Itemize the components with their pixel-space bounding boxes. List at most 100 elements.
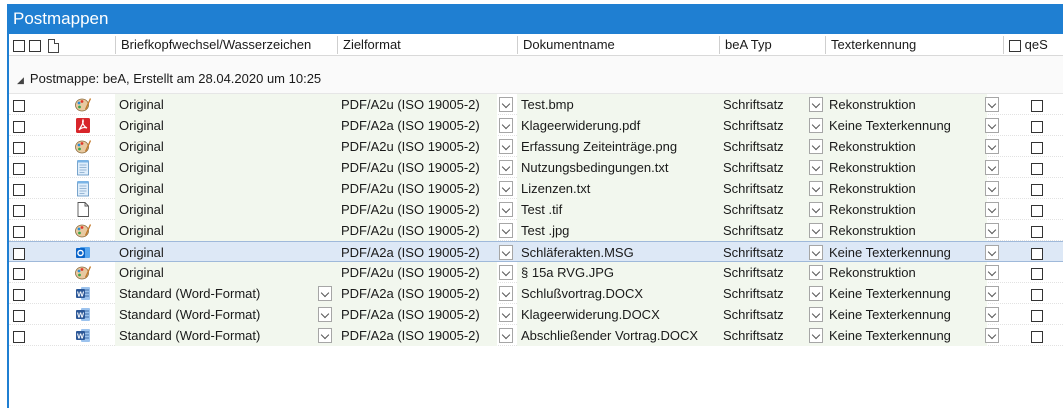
header-texterkennung[interactable]: Texterkennung (827, 34, 916, 56)
zielformat-dropdown-button[interactable] (499, 202, 513, 217)
row-briefkopf[interactable]: Standard (Word-Format) (115, 304, 337, 325)
row-checkbox[interactable] (13, 141, 25, 154)
row-briefkopf[interactable]: Original (115, 157, 337, 178)
row-briefkopf[interactable]: Original (115, 94, 337, 115)
header-dokumentname[interactable]: Dokumentname (519, 34, 615, 56)
row-dokumentname[interactable]: Test.bmp (517, 94, 719, 115)
row-zielformat[interactable]: PDF/A2a (ISO 19005-2) (337, 283, 497, 304)
row-qes-cell[interactable] (1031, 178, 1047, 199)
briefkopf-dropdown-button[interactable] (318, 307, 332, 322)
row-qes-cell[interactable] (1031, 94, 1047, 115)
bea-typ-dropdown-button[interactable] (809, 160, 823, 175)
bea-typ-dropdown-button[interactable] (809, 118, 823, 133)
row-checkbox[interactable] (13, 247, 25, 260)
row-qes-cell[interactable] (1031, 242, 1047, 263)
qes-checkbox[interactable] (1031, 162, 1043, 175)
row-zielformat[interactable]: PDF/A2u (ISO 19005-2) (337, 199, 497, 220)
row-briefkopf[interactable]: Standard (Word-Format) (115, 283, 337, 304)
row-zielformat[interactable]: PDF/A2u (ISO 19005-2) (337, 94, 497, 115)
texterkennung-dropdown-button[interactable] (985, 181, 999, 196)
bea-typ-dropdown-button[interactable] (809, 265, 823, 280)
row-briefkopf[interactable]: Original (115, 178, 337, 199)
row-checkbox[interactable] (13, 267, 25, 280)
row-qes-cell[interactable] (1031, 283, 1047, 304)
row-dokumentname[interactable]: Erfassung Zeiteinträge.png (517, 136, 719, 157)
qes-checkbox[interactable] (1031, 309, 1043, 322)
table-row[interactable]: Original PDF/A2u (ISO 19005-2) § 15a RVG.J… (9, 262, 1063, 283)
row-texterkennung[interactable]: Keine Texterkennung (825, 325, 987, 346)
texterkennung-dropdown-button[interactable] (985, 118, 999, 133)
header-qes-label[interactable]: qeS (1025, 37, 1048, 52)
table-row[interactable]: Original PDF/A2u (ISO 19005-2) Nutzungsbed… (9, 157, 1063, 178)
zielformat-dropdown-button[interactable] (499, 97, 513, 112)
row-checkbox-cell[interactable] (13, 220, 29, 241)
qes-checkbox[interactable] (1031, 141, 1043, 154)
row-briefkopf[interactable]: Original (115, 136, 337, 157)
header-bea-typ[interactable]: beA Typ (721, 34, 772, 56)
bea-typ-dropdown-button[interactable] (809, 328, 823, 343)
texterkennung-dropdown-button[interactable] (985, 139, 999, 154)
row-zielformat[interactable]: PDF/A2u (ISO 19005-2) (337, 136, 497, 157)
row-texterkennung[interactable]: Rekonstruktion (825, 94, 987, 115)
header-zielformat[interactable]: Zielformat (339, 34, 401, 56)
row-qes-cell[interactable] (1031, 115, 1047, 136)
bea-typ-dropdown-button[interactable] (809, 202, 823, 217)
zielformat-dropdown-button[interactable] (499, 118, 513, 133)
row-checkbox-cell[interactable] (13, 115, 29, 136)
row-zielformat[interactable]: PDF/A2u (ISO 19005-2) (337, 220, 497, 241)
row-briefkopf[interactable]: Original (115, 220, 337, 241)
row-qes-cell[interactable] (1031, 325, 1047, 346)
row-qes-cell[interactable] (1031, 199, 1047, 220)
briefkopf-dropdown-button[interactable] (318, 286, 332, 301)
qes-checkbox[interactable] (1031, 267, 1043, 280)
texterkennung-dropdown-button[interactable] (985, 265, 999, 280)
row-zielformat[interactable]: PDF/A2u (ISO 19005-2) (337, 157, 497, 178)
bea-typ-dropdown-button[interactable] (809, 181, 823, 196)
texterkennung-dropdown-button[interactable] (985, 223, 999, 238)
row-checkbox[interactable] (13, 99, 25, 112)
header-briefkopf[interactable]: Briefkopfwechsel/Wasserzeichen (117, 34, 311, 56)
row-texterkennung[interactable]: Keine Texterkennung (825, 242, 987, 263)
row-texterkennung[interactable]: Rekonstruktion (825, 136, 987, 157)
bea-typ-dropdown-button[interactable] (809, 97, 823, 112)
row-checkbox[interactable] (13, 225, 25, 238)
row-texterkennung[interactable]: Rekonstruktion (825, 178, 987, 199)
row-texterkennung[interactable]: Rekonstruktion (825, 199, 987, 220)
table-row[interactable]: Original PDF/A2a (ISO 19005-2) Schläferakt… (9, 241, 1063, 262)
row-dokumentname[interactable]: § 15a RVG.JPG (517, 262, 719, 283)
bea-typ-dropdown-button[interactable] (809, 223, 823, 238)
row-dokumentname[interactable]: Nutzungsbedingungen.txt (517, 157, 719, 178)
select-all-checkbox[interactable] (13, 39, 25, 52)
row-checkbox-cell[interactable] (13, 325, 29, 346)
zielformat-dropdown-button[interactable] (499, 265, 513, 280)
table-row[interactable]: Original PDF/A2u (ISO 19005-2) Test .jpg Sc… (9, 220, 1063, 241)
row-zielformat[interactable]: PDF/A2a (ISO 19005-2) (337, 304, 497, 325)
texterkennung-dropdown-button[interactable] (985, 286, 999, 301)
collapse-triangle-icon[interactable]: ◢ (17, 75, 24, 85)
qes-checkbox[interactable] (1031, 225, 1043, 238)
row-texterkennung[interactable]: Rekonstruktion (825, 220, 987, 241)
row-checkbox-cell[interactable] (13, 262, 29, 283)
qes-checkbox[interactable] (1031, 99, 1043, 112)
row-checkbox[interactable] (13, 120, 25, 133)
zielformat-dropdown-button[interactable] (499, 286, 513, 301)
zielformat-dropdown-button[interactable] (499, 328, 513, 343)
row-checkbox[interactable] (13, 162, 25, 175)
row-briefkopf[interactable]: Original (115, 199, 337, 220)
row-dokumentname[interactable]: Schläferakten.MSG (517, 242, 719, 263)
table-row[interactable]: Original PDF/A2a (ISO 19005-2) Klageerwide… (9, 115, 1063, 136)
row-zielformat[interactable]: PDF/A2u (ISO 19005-2) (337, 178, 497, 199)
row-texterkennung[interactable]: Rekonstruktion (825, 157, 987, 178)
row-briefkopf[interactable]: Original (115, 262, 337, 283)
row-checkbox-cell[interactable] (13, 136, 29, 157)
select-all-checkbox-2[interactable] (28, 39, 41, 52)
row-qes-cell[interactable] (1031, 157, 1047, 178)
qes-all-checkbox[interactable] (1009, 39, 1021, 52)
table-row[interactable]: Original PDF/A2u (ISO 19005-2) Erfassung Z… (9, 136, 1063, 157)
row-qes-cell[interactable] (1031, 136, 1047, 157)
row-dokumentname[interactable]: Schlußvortrag.DOCX (517, 283, 719, 304)
bea-typ-dropdown-button[interactable] (809, 245, 823, 260)
qes-checkbox[interactable] (1031, 204, 1043, 217)
row-briefkopf[interactable]: Original (115, 115, 337, 136)
row-briefkopf[interactable]: Original (115, 242, 337, 263)
